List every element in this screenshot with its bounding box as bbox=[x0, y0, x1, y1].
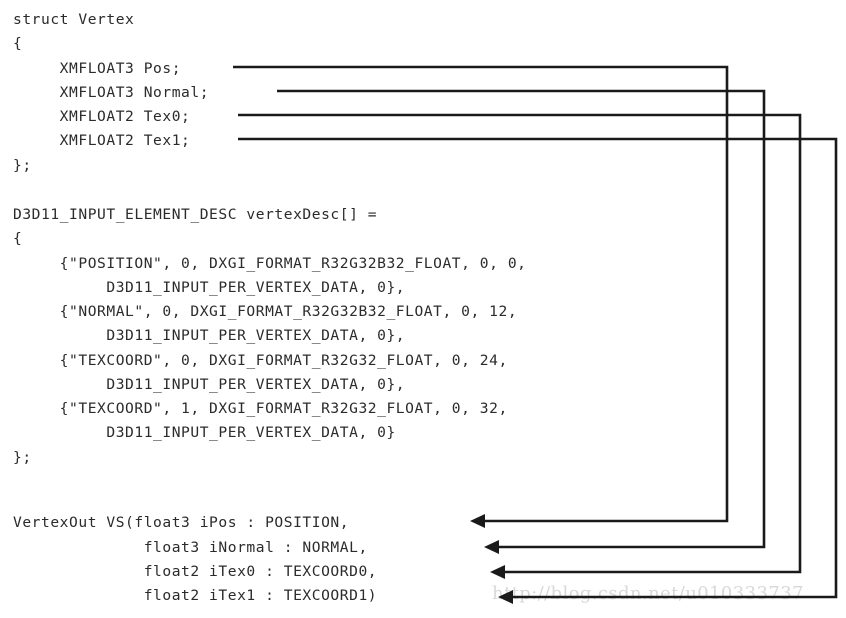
code-line-desc-6: {"TEXCOORD", 0, DXGI_FORMAT_R32G32_FLOAT… bbox=[13, 352, 508, 369]
code-line-struct-0: struct Vertex bbox=[13, 11, 135, 28]
code-line-desc-0: D3D11_INPUT_ELEMENT_DESC vertexDesc[] = bbox=[13, 206, 378, 223]
code-text-layer: struct Vertex { XMFLOAT3 Pos; XMFLOAT3 No… bbox=[0, 0, 846, 618]
code-line-struct-3: XMFLOAT3 Normal; bbox=[13, 84, 210, 101]
code-line-shader-3: float2 iTex1 : TEXCOORD1) bbox=[13, 587, 378, 604]
code-line-desc-7: D3D11_INPUT_PER_VERTEX_DATA, 0}, bbox=[13, 376, 406, 393]
code-line-shader-1: float3 iNormal : NORMAL, bbox=[13, 539, 368, 556]
diagram-canvas: http://blog.csdn.net/u010333737 struct V… bbox=[0, 0, 846, 618]
code-line-desc-5: D3D11_INPUT_PER_VERTEX_DATA, 0}, bbox=[13, 327, 406, 344]
code-line-shader-0: VertexOut VS(float3 iPos : POSITION, bbox=[13, 514, 350, 531]
code-line-desc-4: {"NORMAL", 0, DXGI_FORMAT_R32G32B32_FLOA… bbox=[13, 303, 518, 320]
code-line-desc-10: }; bbox=[13, 449, 32, 466]
code-line-struct-6: }; bbox=[13, 157, 32, 174]
code-line-struct-1: { bbox=[13, 35, 23, 52]
code-line-shader-2: float2 iTex0 : TEXCOORD0, bbox=[13, 563, 378, 580]
code-line-struct-5: XMFLOAT2 Tex1; bbox=[13, 132, 191, 149]
code-line-struct-4: XMFLOAT2 Tex0; bbox=[13, 108, 191, 125]
code-line-desc-2: {"POSITION", 0, DXGI_FORMAT_R32G32B32_FL… bbox=[13, 255, 527, 272]
code-line-struct-2: XMFLOAT3 Pos; bbox=[13, 60, 182, 77]
code-line-desc-1: { bbox=[13, 230, 23, 247]
code-line-desc-8: {"TEXCOORD", 1, DXGI_FORMAT_R32G32_FLOAT… bbox=[13, 400, 508, 417]
code-line-desc-9: D3D11_INPUT_PER_VERTEX_DATA, 0} bbox=[13, 424, 396, 441]
code-line-desc-3: D3D11_INPUT_PER_VERTEX_DATA, 0}, bbox=[13, 279, 406, 296]
